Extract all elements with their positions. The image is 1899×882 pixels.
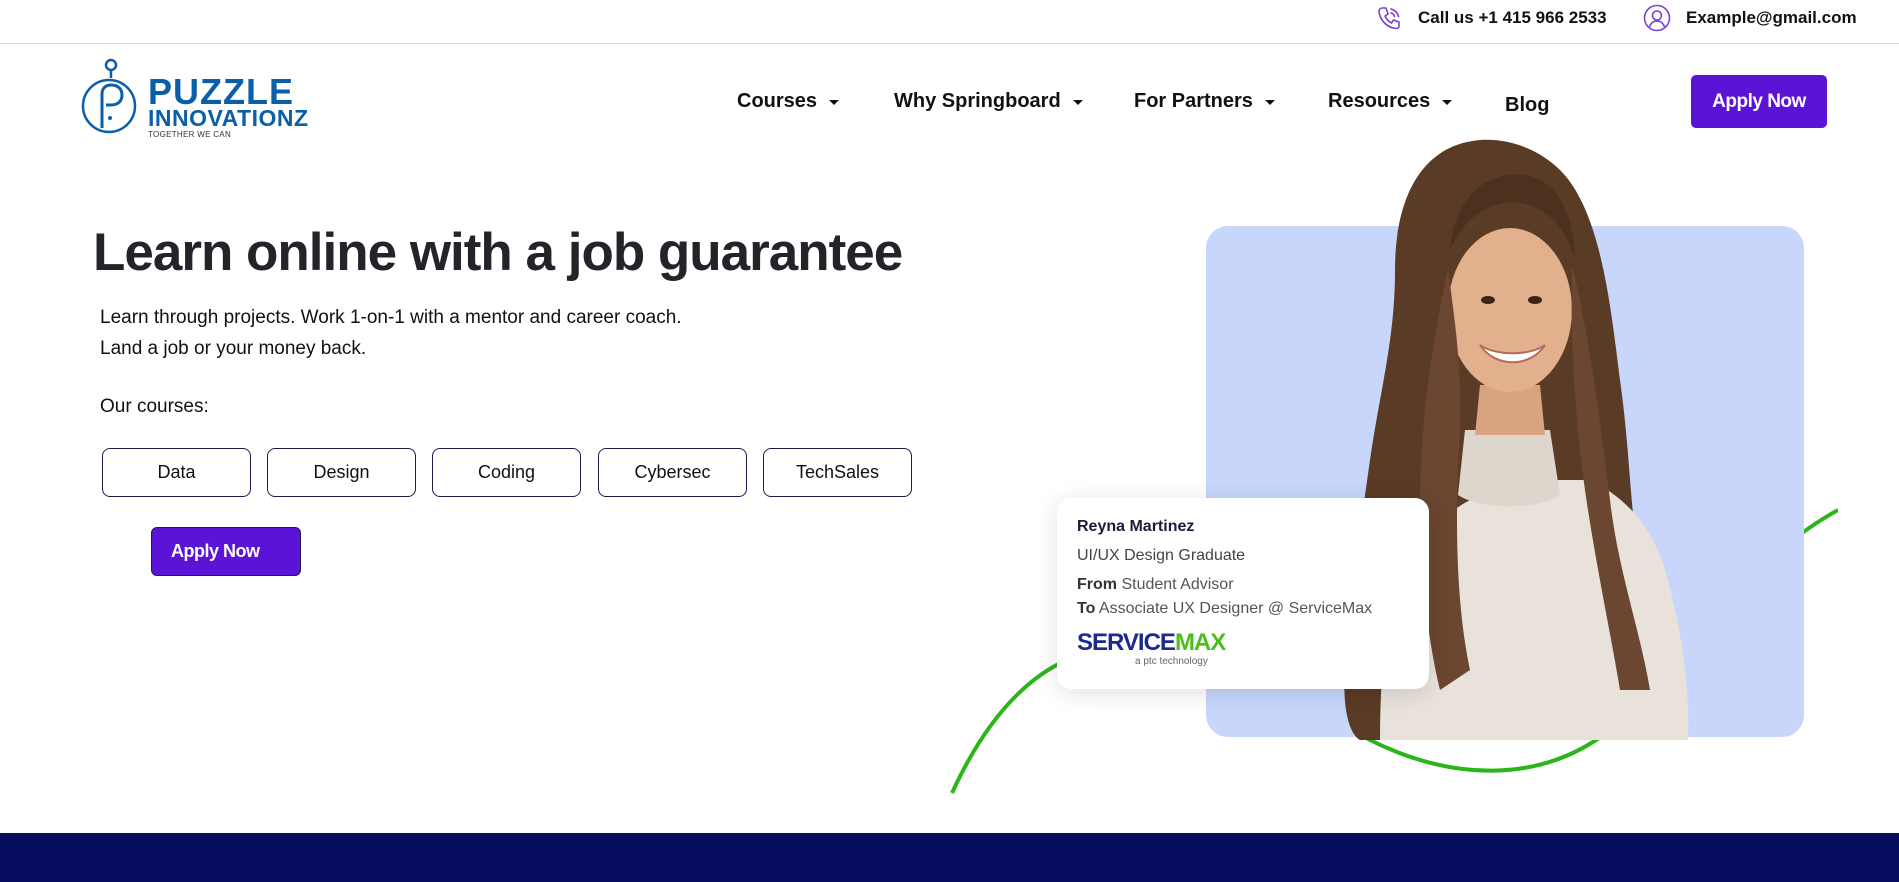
contact-phone[interactable]: Call us +1 415 966 2533: [1374, 0, 1607, 36]
nav-item-label: For Partners: [1134, 89, 1253, 112]
hero-subtitle-line1: Learn through projects. Work 1-on-1 with…: [100, 307, 682, 328]
hero-subtitle-line2: Land a job or your money back.: [100, 338, 367, 359]
contact-email[interactable]: Example@gmail.com: [1642, 0, 1857, 36]
to-value: Associate UX Designer @ ServiceMax: [1098, 600, 1373, 617]
student-role: UI/UX Design Graduate: [1077, 547, 1246, 564]
logo-tagline: TOGETHER WE CAN: [148, 130, 232, 139]
site-logo[interactable]: PUZZLE INNOVATIONZ TOGETHER WE CAN: [80, 58, 308, 142]
company-logo-sub: a ptc technology: [1135, 656, 1208, 667]
course-chip-design[interactable]: Design: [267, 448, 416, 497]
company-logo: SERVICEMAX a ptc technology: [1077, 629, 1226, 668]
nav-item-why-springboard[interactable]: Why Springboard: [894, 86, 1083, 116]
career-to: To Associate UX Designer @ ServiceMax: [1077, 600, 1372, 618]
nav-item-label: Blog: [1505, 93, 1550, 116]
nav-item-resources[interactable]: Resources: [1328, 86, 1453, 116]
to-label: To: [1077, 600, 1096, 617]
caret-down-icon: [829, 99, 840, 105]
nav-item-for-partners[interactable]: For Partners: [1134, 86, 1275, 116]
caret-down-icon: [1264, 99, 1275, 105]
caret-down-icon: [1072, 99, 1083, 105]
email-text: Example@gmail.com: [1686, 8, 1857, 27]
apply-now-header-button[interactable]: Apply Now: [1691, 75, 1827, 128]
nav-item-label: Courses: [737, 89, 818, 112]
company-logo-part2: MAX: [1174, 629, 1226, 656]
logo-line2: INNOVATIONZ: [148, 105, 309, 131]
career-from: From Student Advisor: [1077, 576, 1234, 594]
course-chip-data[interactable]: Data: [102, 448, 251, 497]
caret-down-icon: [1442, 99, 1453, 105]
company-logo-part1: SERVICE: [1077, 629, 1176, 656]
testimonial-card: Reyna Martinez UI/UX Design Graduate Fro…: [1057, 498, 1429, 689]
puzzle-logo-icon: [81, 58, 137, 134]
apply-now-hero-button[interactable]: Apply Now: [151, 527, 301, 576]
nav-item-label: Why Springboard: [894, 89, 1061, 112]
course-chip-cybersec[interactable]: Cybersec: [598, 448, 747, 497]
nav-item-courses[interactable]: Courses: [737, 86, 840, 116]
user-circle-icon: [1642, 3, 1672, 33]
from-label: From: [1077, 576, 1117, 593]
nav-item-label: Resources: [1328, 89, 1431, 112]
phone-icon: [1374, 3, 1404, 33]
nav-item-blog[interactable]: Blog: [1505, 90, 1549, 120]
course-chip-techsales[interactable]: TechSales: [763, 448, 912, 497]
course-chip-coding[interactable]: Coding: [432, 448, 581, 497]
phone-text: Call us +1 415 966 2533: [1418, 8, 1607, 27]
from-value: Student Advisor: [1121, 576, 1234, 593]
footer-band: [0, 833, 1899, 882]
student-photo: [1344, 139, 1689, 741]
hero-subtitle: Learn through projects. Work 1-on-1 with…: [100, 302, 682, 364]
hero-title: Learn online with a job guarantee: [93, 223, 903, 282]
hero-image: [950, 130, 1838, 830]
courses-label: Our courses:: [100, 396, 209, 417]
top-bar: Call us +1 415 966 2533 Example@gmail.co…: [0, 0, 1899, 44]
student-name: Reyna Martinez: [1077, 518, 1195, 535]
